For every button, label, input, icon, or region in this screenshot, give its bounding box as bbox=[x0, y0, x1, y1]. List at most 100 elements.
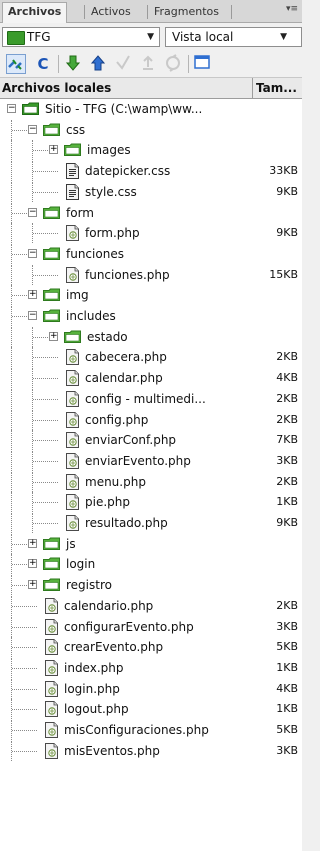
php-file-icon bbox=[45, 618, 58, 635]
tree-folder-row[interactable]: + estado bbox=[0, 326, 302, 347]
folder-icon bbox=[64, 330, 81, 343]
file-size: 1KB bbox=[276, 495, 298, 509]
file-size: 9KB bbox=[276, 516, 298, 529]
tree-file-row[interactable]: funciones.php 15KB bbox=[0, 264, 302, 285]
expand-icon[interactable]: + bbox=[28, 559, 37, 569]
toolbar-separator bbox=[188, 55, 189, 73]
tree-file-row[interactable]: datepicker.css 33KB bbox=[0, 161, 302, 182]
css-file-icon bbox=[66, 183, 79, 200]
expand-icon[interactable]: + bbox=[49, 145, 58, 155]
tree-file-row[interactable]: misEventos.php 3KB bbox=[0, 740, 302, 761]
tree-folder-row[interactable]: − funciones bbox=[0, 243, 302, 264]
tree-connector bbox=[33, 398, 58, 400]
expand-icon[interactable]: + bbox=[49, 331, 58, 341]
expand-icon[interactable]: + bbox=[28, 290, 37, 300]
collapse-icon[interactable]: − bbox=[28, 248, 37, 258]
tree-guide-line bbox=[11, 492, 12, 513]
tree-file-row[interactable]: configurarEvento.php 3KB bbox=[0, 616, 302, 637]
expand-icon[interactable]: + bbox=[28, 580, 37, 590]
view-select[interactable]: Vista local ▼ bbox=[165, 27, 302, 47]
tree-folder-row[interactable]: − Sitio - TFG (C:\wamp\ww... bbox=[0, 99, 302, 119]
tree-connector bbox=[12, 647, 37, 649]
tree-file-row[interactable]: config.php 2KB bbox=[0, 409, 302, 430]
file-size: 4KB bbox=[276, 681, 298, 695]
php-file-icon bbox=[66, 266, 79, 283]
tree-file-row[interactable]: misConfiguraciones.php 5KB bbox=[0, 720, 302, 740]
tree-item-label: menu.php bbox=[85, 474, 146, 489]
file-size: 3KB bbox=[276, 453, 298, 467]
tree-item-label: Sitio - TFG (C:\wamp\ww... bbox=[45, 102, 203, 116]
tree-file-row[interactable]: enviarConf.php 7KB bbox=[0, 430, 302, 451]
tree-file-row[interactable]: style.css 9KB bbox=[0, 181, 302, 202]
tree-file-row[interactable]: logout.php 1KB bbox=[0, 699, 302, 720]
collapse-icon[interactable]: − bbox=[28, 311, 37, 320]
tree-item-label: cabecera.php bbox=[85, 350, 167, 365]
tree-item-label: style.css bbox=[85, 184, 137, 199]
site-select[interactable]: TFG ▼ bbox=[2, 27, 160, 47]
file-tree[interactable]: − Sitio - TFG (C:\wamp\ww... − css + images da… bbox=[0, 99, 302, 851]
tree-file-row[interactable]: cabecera.php 2KB bbox=[0, 347, 302, 368]
file-size: 5KB bbox=[276, 723, 298, 736]
connect-icon[interactable] bbox=[6, 54, 26, 74]
tree-file-row[interactable]: calendar.php 4KB bbox=[0, 368, 302, 389]
tab-separator bbox=[147, 5, 148, 19]
refresh-icon[interactable]: C bbox=[33, 54, 53, 74]
tab-fragmentos[interactable]: Fragmentos bbox=[149, 3, 224, 21]
column-header-size[interactable]: Tam... bbox=[256, 78, 297, 98]
tree-folder-row[interactable]: + img bbox=[0, 285, 302, 306]
tree-file-row[interactable]: index.php 1KB bbox=[0, 657, 302, 678]
tree-file-row[interactable]: config - multimedi... 2KB bbox=[0, 388, 302, 409]
tree-file-row[interactable]: resultado.php 9KB bbox=[0, 513, 302, 533]
folder-icon bbox=[43, 247, 60, 260]
tree-item-label: calendar.php bbox=[85, 371, 163, 386]
tree-connector bbox=[12, 709, 37, 711]
file-size: 3KB bbox=[276, 743, 298, 757]
tree-file-row[interactable]: login.php 4KB bbox=[0, 678, 302, 699]
file-size: 4KB bbox=[276, 371, 298, 385]
tree-folder-row[interactable]: + images bbox=[0, 140, 302, 161]
tree-guide-line bbox=[11, 326, 12, 347]
tree-folder-row[interactable]: − form bbox=[0, 202, 302, 223]
tree-item-label: resultado.php bbox=[85, 516, 168, 530]
tab-activos[interactable]: Activos bbox=[86, 3, 136, 21]
tree-connector bbox=[33, 419, 58, 421]
tree-connector bbox=[12, 667, 37, 669]
file-size: 2KB bbox=[276, 412, 298, 426]
tree-file-row[interactable]: pie.php 1KB bbox=[0, 492, 302, 513]
tree-connector bbox=[33, 233, 58, 235]
column-divider[interactable] bbox=[252, 78, 253, 98]
tree-folder-row[interactable]: − includes bbox=[0, 306, 302, 326]
tree-file-row[interactable]: menu.php 2KB bbox=[0, 471, 302, 492]
collapse-icon[interactable]: − bbox=[28, 207, 37, 217]
column-header-name[interactable]: Archivos locales bbox=[2, 78, 111, 98]
chevron-down-icon: ▼ bbox=[280, 32, 287, 42]
collapse-icon[interactable]: − bbox=[7, 104, 16, 113]
tab-archivos[interactable]: Archivos bbox=[2, 2, 68, 23]
tree-file-row[interactable]: form.php 9KB bbox=[0, 223, 302, 244]
tree-folder-row[interactable]: + js bbox=[0, 533, 302, 554]
php-file-icon bbox=[66, 411, 79, 428]
get-files-icon[interactable] bbox=[63, 54, 83, 74]
tree-folder-row[interactable]: + login bbox=[0, 554, 302, 575]
tree-guide-line bbox=[11, 223, 12, 244]
site-select-value: TFG bbox=[27, 30, 51, 44]
tree-file-row[interactable]: calendario.php 2KB bbox=[0, 595, 302, 616]
tree-guide-line bbox=[11, 471, 12, 492]
tree-connector bbox=[12, 626, 37, 628]
folder-icon bbox=[43, 578, 60, 592]
expand-icon[interactable]: + bbox=[28, 538, 37, 548]
tree-item-label: pie.php bbox=[85, 495, 130, 510]
tree-item-label: login.php bbox=[64, 681, 120, 696]
tab-separator bbox=[84, 5, 85, 19]
tree-folder-row[interactable]: + registro bbox=[0, 575, 302, 596]
panel-menu-icon[interactable]: ▾≡ bbox=[286, 4, 298, 14]
collapse-icon[interactable]: − bbox=[28, 124, 37, 134]
expand-panel-icon[interactable] bbox=[192, 54, 212, 74]
tree-file-row[interactable]: crearEvento.php 5KB bbox=[0, 637, 302, 658]
toolbar-separator bbox=[58, 55, 59, 73]
put-files-icon[interactable] bbox=[88, 54, 108, 74]
tree-folder-row[interactable]: − css bbox=[0, 119, 302, 140]
tree-item-label: js bbox=[66, 536, 76, 551]
tab-separator bbox=[231, 5, 232, 19]
tree-file-row[interactable]: enviarEvento.php 3KB bbox=[0, 450, 302, 471]
